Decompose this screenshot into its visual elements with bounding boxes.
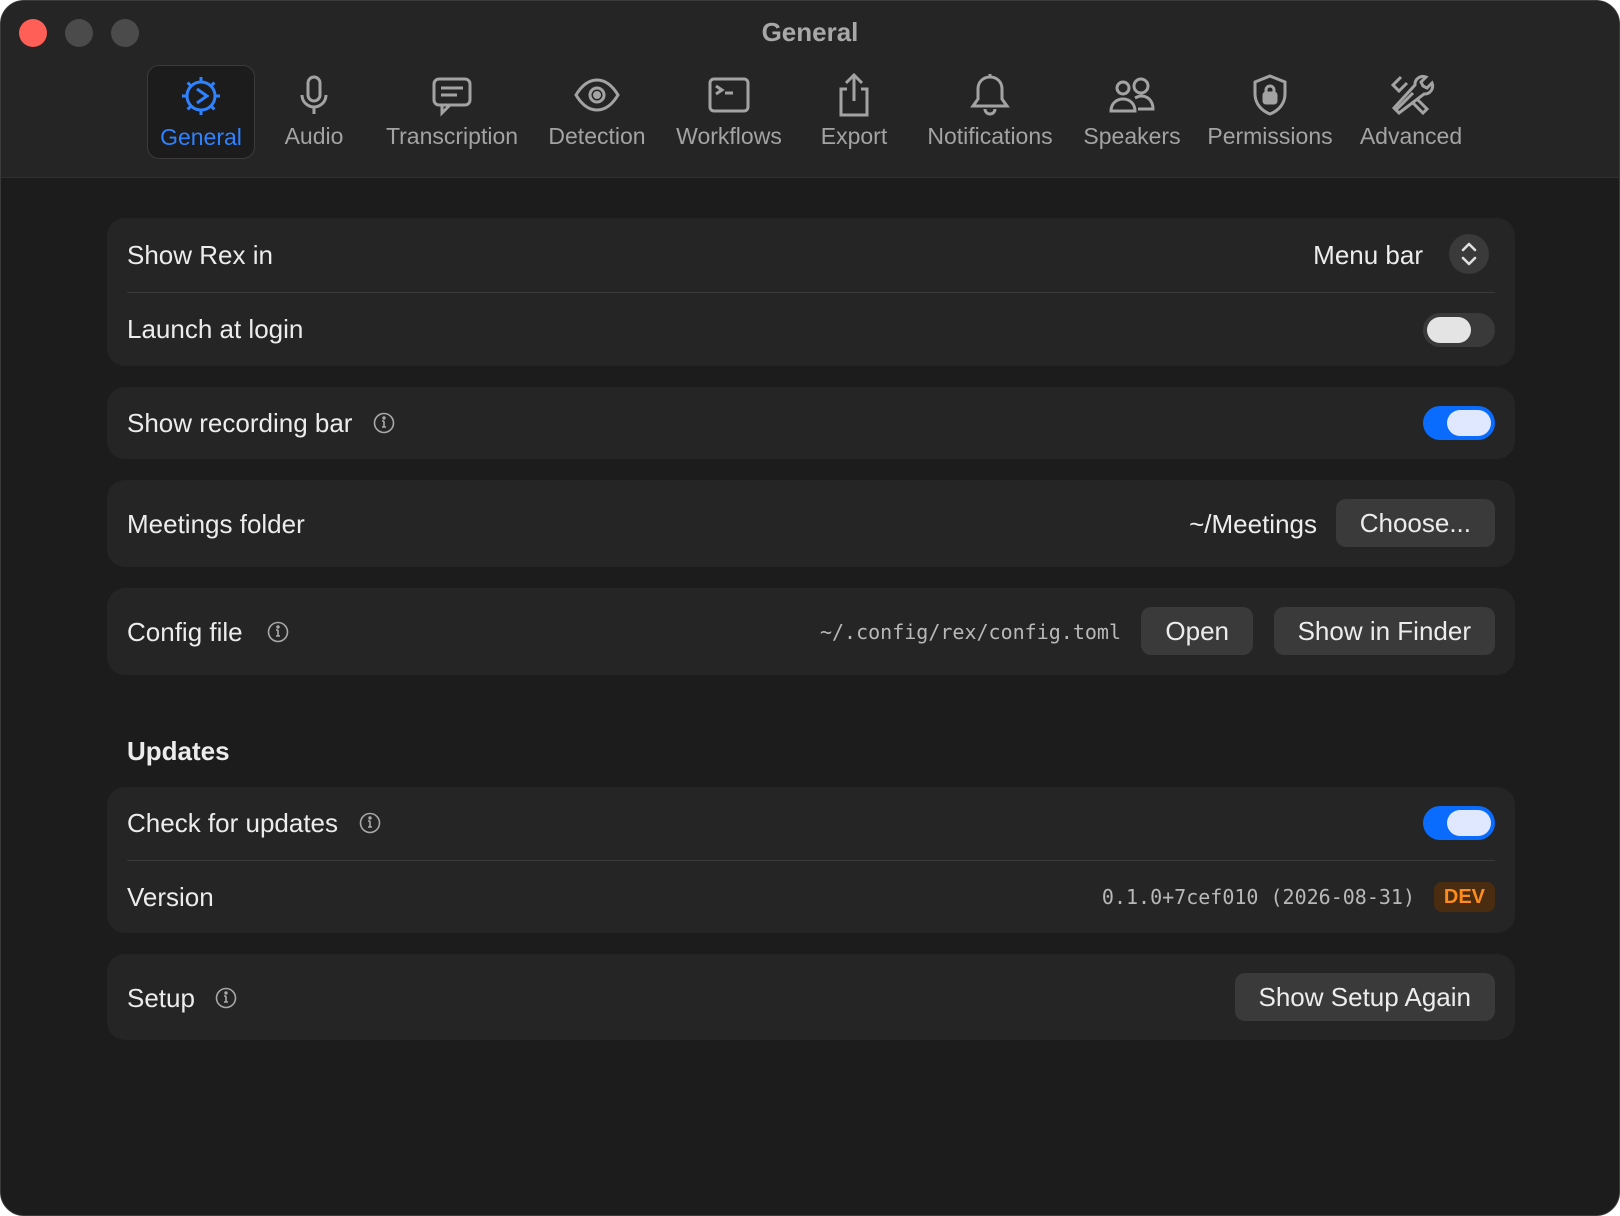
tools-icon — [1387, 71, 1435, 119]
tab-label: Permissions — [1207, 123, 1333, 149]
info-icon[interactable] — [267, 621, 289, 643]
config-file-label: Config file — [127, 617, 243, 647]
eye-icon — [573, 71, 621, 119]
open-config-button[interactable]: Open — [1141, 607, 1253, 655]
config-file-card: Config file ~/.config/rex/config.toml Op… — [107, 588, 1515, 675]
toggle-knob — [1447, 810, 1491, 836]
tab-general[interactable]: General — [147, 65, 255, 159]
updates-card: Check for updates Version 0.1.0+7cef010 … — [107, 787, 1515, 933]
launch-at-login-row: Launch at login — [107, 293, 1515, 366]
info-icon[interactable] — [215, 987, 237, 1009]
lock-shield-icon — [1246, 71, 1294, 119]
recording-bar-card: Show recording bar — [107, 387, 1515, 459]
tab-label: Transcription — [385, 123, 519, 149]
gear-icon — [177, 72, 225, 120]
show-recording-bar-row: Show recording bar — [107, 387, 1515, 459]
version-row: Version 0.1.0+7cef010 (2026-08-31) DEV — [107, 861, 1515, 933]
show-rex-in-label: Show Rex in — [127, 240, 273, 270]
settings-window: General General Audio Transcription Dete… — [0, 0, 1620, 1216]
toggle-knob — [1427, 317, 1471, 343]
show-recording-bar-toggle[interactable] — [1423, 406, 1495, 440]
updates-section-title: Updates — [127, 736, 230, 766]
launch-at-login-toggle[interactable] — [1423, 313, 1495, 347]
show-recording-bar-label: Show recording bar — [127, 408, 353, 438]
tab-label: Notifications — [927, 123, 1053, 149]
tab-advanced[interactable]: Advanced — [1357, 65, 1465, 159]
bell-icon — [966, 71, 1014, 119]
version-value: 0.1.0+7cef010 (2026-08-31) — [1101, 885, 1415, 909]
chevron-up-down-icon[interactable] — [1449, 234, 1489, 274]
general-card: Show Rex in Menu bar Launch at login — [107, 218, 1515, 366]
tab-speakers[interactable]: Speakers — [1081, 65, 1183, 159]
tab-label: Workflows — [676, 123, 782, 149]
tab-transcription[interactable]: Transcription — [381, 65, 523, 159]
tab-audio[interactable]: Audio — [271, 65, 357, 159]
tab-label: General — [160, 124, 242, 150]
tab-workflows[interactable]: Workflows — [673, 65, 785, 159]
tab-detection[interactable]: Detection — [545, 65, 649, 159]
terminal-icon — [705, 71, 753, 119]
tab-label: Speakers — [1083, 123, 1181, 149]
tab-label: Export — [820, 123, 888, 149]
launch-at-login-label: Launch at login — [127, 314, 304, 344]
show-rex-in-row: Show Rex in Menu bar — [107, 218, 1515, 292]
dev-badge: DEV — [1433, 882, 1495, 912]
setup-label: Setup — [127, 983, 195, 1013]
tab-notifications[interactable]: Notifications — [921, 65, 1059, 159]
toolbar: General General Audio Transcription Dete… — [1, 1, 1619, 178]
setup-row: Setup Show Setup Again — [107, 954, 1515, 1040]
people-icon — [1108, 71, 1156, 119]
info-icon[interactable] — [373, 412, 395, 434]
microphone-icon — [290, 71, 338, 119]
settings-tabs: General Audio Transcription Detection Wo… — [1, 65, 1619, 161]
tab-label: Detection — [548, 123, 646, 149]
check-for-updates-toggle[interactable] — [1423, 806, 1495, 840]
show-rex-in-select[interactable]: Menu bar — [1313, 240, 1423, 271]
speech-bubble-icon — [428, 71, 476, 119]
window-title: General — [761, 17, 859, 47]
check-for-updates-label: Check for updates — [127, 808, 339, 838]
meetings-folder-row: Meetings folder ~/Meetings Choose... — [107, 480, 1515, 567]
version-label: Version — [127, 882, 214, 912]
tab-label: Audio — [284, 123, 344, 149]
tab-label: Advanced — [1359, 123, 1463, 149]
toggle-knob — [1447, 410, 1491, 436]
meetings-folder-path: ~/Meetings — [1189, 509, 1317, 539]
meetings-folder-label: Meetings folder — [127, 509, 305, 539]
choose-folder-button[interactable]: Choose... — [1335, 499, 1495, 547]
check-for-updates-row: Check for updates — [107, 787, 1515, 860]
show-in-finder-button[interactable]: Show in Finder — [1273, 607, 1495, 655]
share-icon — [830, 71, 878, 119]
show-setup-again-button[interactable]: Show Setup Again — [1234, 973, 1495, 1021]
tab-permissions[interactable]: Permissions — [1203, 65, 1337, 159]
config-file-path: ~/.config/rex/config.toml — [819, 620, 1121, 644]
setup-card: Setup Show Setup Again — [107, 954, 1515, 1040]
config-file-row: Config file ~/.config/rex/config.toml Op… — [107, 588, 1515, 675]
tab-export[interactable]: Export — [809, 65, 899, 159]
info-icon[interactable] — [359, 812, 381, 834]
meetings-folder-card: Meetings folder ~/Meetings Choose... — [107, 480, 1515, 567]
